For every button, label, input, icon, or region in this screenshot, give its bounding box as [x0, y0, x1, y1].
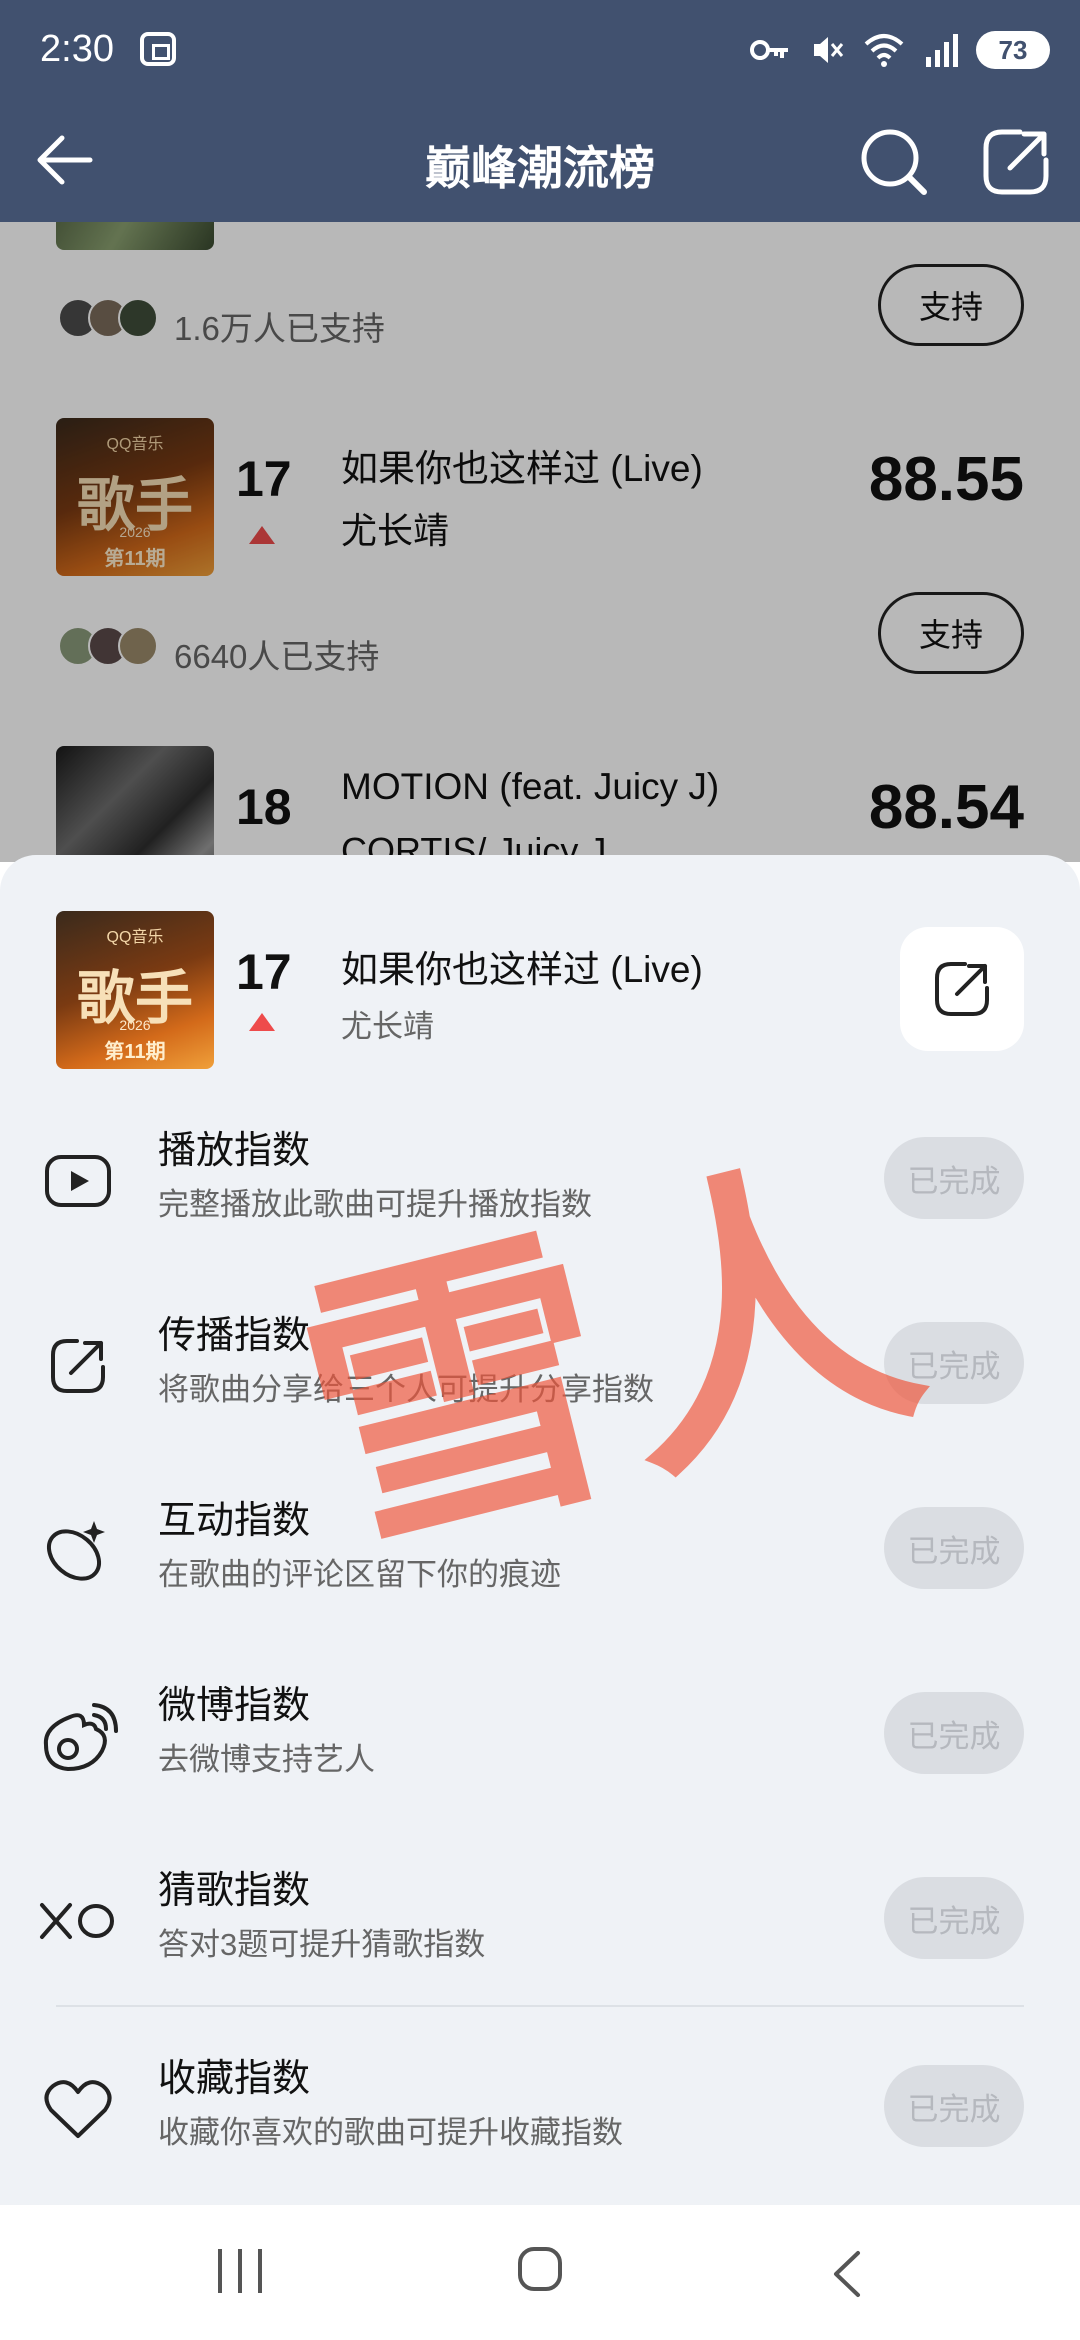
home-button[interactable]: [518, 2247, 562, 2291]
share-icon: [935, 962, 989, 1016]
cover-brand: QQ音乐: [106, 929, 164, 946]
task-share: 传播指数 将歌曲分享给三个人可提升分享指数 已完成: [0, 1280, 1080, 1440]
xo-icon: [36, 1879, 120, 1963]
task-status-button[interactable]: 已完成: [884, 1137, 1024, 1219]
battery-indicator: 73: [976, 31, 1050, 69]
task-title: 传播指数: [158, 1315, 311, 1357]
task-status-button[interactable]: 已完成: [884, 1322, 1024, 1404]
share-icon: [36, 1324, 120, 1408]
signal-icon: [926, 34, 958, 67]
task-title: 收藏指数: [158, 2058, 311, 2100]
trend-up-icon: [249, 1013, 275, 1031]
comment-sparkle-icon: [36, 1509, 120, 1593]
task-status-button[interactable]: 已完成: [884, 1877, 1024, 1959]
task-guess: 猜歌指数 答对3题可提升猜歌指数 已完成: [0, 1835, 1080, 1995]
heart-icon: [36, 2067, 120, 2151]
task-sheet: QQ音乐 歌手 2026 第11期 17 如果你也这样过 (Live) 尤长靖 …: [0, 855, 1080, 2205]
task-favorite: 收藏指数 收藏你喜欢的歌曲可提升收藏指数 已完成: [0, 2023, 1080, 2183]
weibo-icon: [36, 1694, 120, 1778]
task-desc: 去微博支持艺人: [158, 1742, 375, 1777]
task-desc: 在歌曲的评论区留下你的痕迹: [158, 1557, 561, 1592]
sheet-song-header: QQ音乐 歌手 2026 第11期 17 如果你也这样过 (Live) 尤长靖: [0, 855, 1080, 1085]
nav-back-icon[interactable]: [828, 2249, 868, 2299]
task-title: 猜歌指数: [158, 1870, 311, 1912]
share-icon[interactable]: [980, 126, 1052, 198]
divider: [56, 2005, 1024, 2007]
cover-year: 2026: [119, 1017, 151, 1033]
vpn-key-icon: [750, 40, 788, 60]
recent-apps-button[interactable]: [218, 2249, 266, 2293]
artist-name: 尤长靖: [341, 1009, 434, 1044]
task-interaction: 互动指数 在歌曲的评论区留下你的痕迹 已完成: [0, 1465, 1080, 1625]
system-nav-bar: [0, 2205, 1080, 2340]
search-icon[interactable]: [858, 126, 930, 198]
task-desc: 完整播放此歌曲可提升播放指数: [158, 1187, 592, 1222]
share-button[interactable]: [900, 927, 1024, 1051]
task-desc: 将歌曲分享给三个人可提升分享指数: [158, 1372, 654, 1407]
task-desc: 收藏你喜欢的歌曲可提升收藏指数: [158, 2115, 623, 2150]
task-status-button[interactable]: 已完成: [884, 2065, 1024, 2147]
task-weibo: 微博指数 去微博支持艺人 已完成: [0, 1650, 1080, 1810]
task-status-button[interactable]: 已完成: [884, 1692, 1024, 1774]
mute-icon: [814, 37, 844, 63]
song-title: 如果你也这样过 (Live): [341, 949, 703, 990]
task-title: 播放指数: [158, 1130, 311, 1172]
task-status-button[interactable]: 已完成: [884, 1507, 1024, 1589]
wifi-icon: [864, 34, 904, 67]
rank-number: 17: [236, 944, 292, 1000]
album-cover: QQ音乐 歌手 2026 第11期: [56, 911, 214, 1069]
status-time: 2:30: [40, 28, 114, 70]
task-title: 互动指数: [158, 1500, 311, 1542]
status-icons: 73: [750, 30, 1050, 70]
dim-overlay[interactable]: [0, 222, 1080, 862]
task-title: 微博指数: [158, 1685, 311, 1727]
screenshot-icon: [140, 32, 176, 66]
battery-level: 73: [998, 34, 1028, 65]
header-bar: 巅峰潮流榜: [0, 100, 1080, 222]
task-play: 播放指数 完整播放此歌曲可提升播放指数 已完成: [0, 1095, 1080, 1255]
status-bar: 2:30 73: [0, 0, 1080, 100]
task-desc: 答对3题可提升猜歌指数: [158, 1927, 486, 1962]
play-icon: [36, 1139, 120, 1223]
cover-episode: 第11期: [104, 1041, 166, 1063]
